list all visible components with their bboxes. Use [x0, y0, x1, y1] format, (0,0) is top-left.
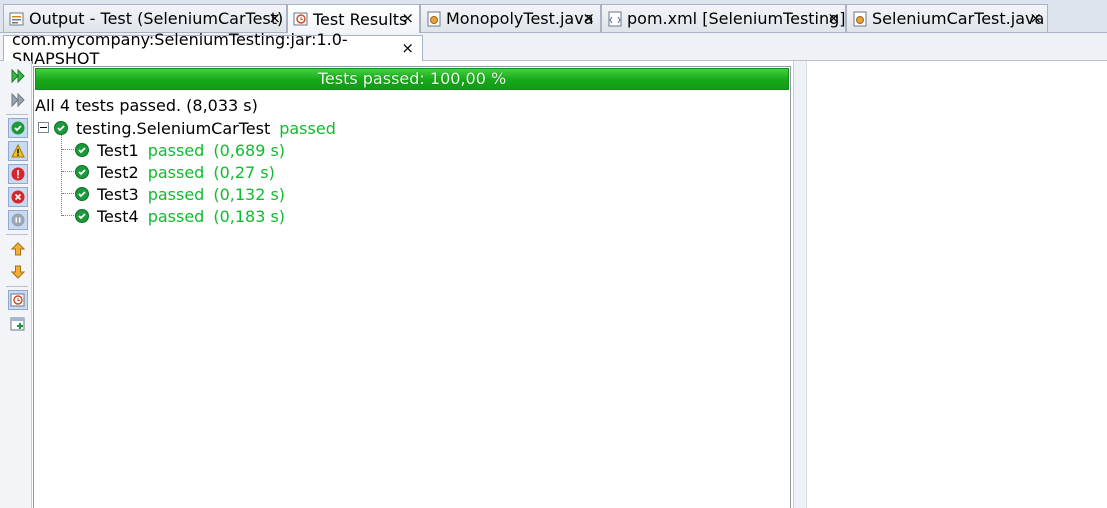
close-icon[interactable]: ×	[401, 9, 414, 27]
java-file-icon	[852, 11, 868, 27]
close-icon[interactable]: ×	[401, 39, 414, 57]
session-tab-bar: com.mycompany:SeleniumTesting:jar:1.0-SN…	[0, 30, 1107, 68]
test-name: Test3	[97, 184, 139, 204]
tab-label: Output - Test (SeleniumCarTest)	[29, 9, 284, 28]
test-results-icon	[293, 11, 309, 27]
test-status: passed	[147, 184, 205, 204]
close-icon[interactable]: ×	[582, 9, 595, 27]
pane-splitter[interactable]	[793, 61, 806, 508]
passed-icon	[75, 209, 89, 223]
show-passed-with-errors-icon[interactable]	[8, 141, 28, 161]
tab-label: SeleniumCarTest.java	[872, 9, 1045, 28]
show-failed-icon[interactable]	[8, 164, 28, 184]
java-file-icon	[426, 11, 442, 27]
test-time: (0,27 s)	[213, 162, 275, 182]
progress-bar: Tests passed: 100,00 %	[35, 68, 789, 90]
test-name: Test1	[97, 140, 139, 160]
test-time: (0,183 s)	[213, 206, 286, 226]
passed-icon	[75, 187, 89, 201]
tab-monopolytest-java[interactable]: MonopolyTest.java ×	[420, 4, 601, 32]
test-results-panel: Tests passed: 100,00 % All 4 tests passe…	[33, 66, 791, 508]
test-status: passed	[147, 140, 205, 160]
passed-icon	[75, 143, 89, 157]
tab-label: Test Results	[313, 9, 408, 29]
passed-icon	[75, 165, 89, 179]
next-failure-icon[interactable]	[8, 262, 28, 282]
test-name: Test4	[97, 206, 139, 226]
suite-node[interactable]: testing.SeleniumCarTest passed	[54, 118, 336, 138]
tree-connector	[61, 135, 63, 216]
close-icon[interactable]: ×	[827, 9, 840, 27]
collapse-icon[interactable]	[38, 122, 49, 133]
test-name: Test2	[97, 162, 139, 182]
progress-label: Tests passed: 100,00 %	[317, 69, 507, 88]
rerun-failed-icon[interactable]	[8, 90, 28, 110]
test-results-toolbar	[0, 61, 32, 508]
test-node[interactable]: Test2 passed (0,27 s)	[75, 162, 275, 182]
tab-project-session[interactable]: com.mycompany:SeleniumTesting:jar:1.0-SN…	[3, 30, 423, 68]
xml-file-icon	[607, 11, 623, 27]
close-icon[interactable]: ×	[1029, 9, 1042, 27]
show-passed-icon[interactable]	[8, 118, 28, 138]
test-node[interactable]: Test1 passed (0,689 s)	[75, 140, 285, 160]
close-icon[interactable]: ×	[268, 9, 281, 27]
tab-pom-xml[interactable]: pom.xml [SeleniumTesting] ×	[601, 4, 846, 32]
show-error-icon[interactable]	[8, 187, 28, 207]
rerun-icon[interactable]	[8, 66, 28, 86]
passed-icon	[54, 121, 68, 135]
suite-name: testing.SeleniumCarTest	[76, 118, 271, 138]
generate-test-icon[interactable]	[8, 314, 28, 334]
test-node[interactable]: Test3 passed (0,132 s)	[75, 184, 285, 204]
tab-label: com.mycompany:SeleniumTesting:jar:1.0-SN…	[12, 29, 348, 68]
tab-label: MonopolyTest.java	[446, 9, 594, 28]
results-summary: All 4 tests passed. (8,033 s)	[35, 96, 258, 115]
editor-tab-bar: Output - Test (SeleniumCarTest) × Test R…	[0, 0, 1107, 33]
tab-output[interactable]: Output - Test (SeleniumCarTest) ×	[3, 4, 287, 32]
suite-status: passed	[279, 118, 336, 138]
output-pane	[806, 61, 1107, 508]
show-aborted-icon[interactable]	[8, 210, 28, 230]
output-icon	[9, 11, 25, 27]
test-time: (0,132 s)	[213, 184, 286, 204]
show-timing-icon[interactable]	[8, 290, 28, 310]
test-status: passed	[147, 162, 205, 182]
test-time: (0,689 s)	[213, 140, 286, 160]
previous-failure-icon[interactable]	[8, 239, 28, 259]
test-status: passed	[147, 206, 205, 226]
tab-label: pom.xml [SeleniumTesting]	[627, 9, 846, 28]
test-node[interactable]: Test4 passed (0,183 s)	[75, 206, 285, 226]
tab-seleniumcartest-java[interactable]: SeleniumCarTest.java ×	[846, 4, 1048, 32]
